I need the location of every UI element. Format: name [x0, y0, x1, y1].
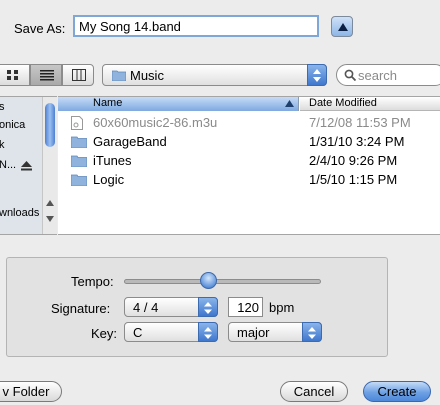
new-folder-button[interactable]: v Folder	[0, 381, 62, 402]
file-date: 1/5/10 1:15 PM	[309, 172, 398, 187]
mode-popup[interactable]: major	[228, 322, 322, 342]
triangle-up-icon	[338, 23, 348, 31]
popup-arrows-icon	[198, 322, 218, 342]
sidebar-scroll-thumb[interactable]	[45, 103, 55, 147]
file-name: GarageBand	[93, 134, 167, 149]
location-label: Music	[130, 68, 164, 83]
key-value: C	[133, 325, 143, 340]
icon-view-button[interactable]	[0, 64, 30, 86]
file-date: 7/12/08 11:53 PM	[309, 115, 411, 130]
list-view-icon	[40, 70, 54, 81]
sidebar-item[interactable]: N...	[0, 159, 16, 171]
list-header: Name Date Modified	[58, 97, 440, 111]
filename-field[interactable]	[73, 15, 319, 37]
sidebar-item[interactable]: wnloads	[0, 207, 39, 219]
expand-dialog-button[interactable]	[331, 16, 353, 37]
popup-arrows-icon	[302, 322, 322, 342]
sidebar-item[interactable]: k	[0, 139, 5, 151]
search-icon	[344, 69, 356, 81]
table-row[interactable]: GarageBand 1/31/10 3:24 PM	[58, 132, 440, 151]
sidebar-item[interactable]: onica	[0, 119, 25, 131]
file-name: 60x60music2-86.m3u	[93, 115, 218, 130]
bpm-unit-label: bpm	[269, 300, 295, 315]
table-row[interactable]: iTunes 2/4/10 9:26 PM	[58, 151, 440, 170]
file-date: 2/4/10 9:26 PM	[309, 153, 398, 168]
sidebar: s onica k N... wnloads	[0, 96, 57, 235]
key-label: Key:	[91, 326, 118, 341]
folder-icon	[71, 155, 87, 167]
column-view-button[interactable]	[62, 64, 94, 86]
folder-icon	[112, 70, 126, 81]
mode-value: major	[237, 325, 270, 340]
signature-label: Signature:	[51, 301, 111, 316]
create-button[interactable]: Create	[363, 381, 431, 402]
popup-arrows-icon	[307, 64, 327, 86]
tempo-label: Tempo:	[71, 274, 114, 289]
column-name-label: Name	[93, 97, 123, 109]
signature-value: 4 / 4	[133, 300, 159, 315]
table-row: 60x60music2-86.m3u 7/12/08 11:53 PM	[58, 113, 440, 132]
search-placeholder: search	[358, 68, 398, 83]
search-field[interactable]: search	[336, 64, 440, 86]
sidebar-scrollbar[interactable]	[42, 97, 57, 234]
tempo-slider-track[interactable]	[124, 279, 321, 284]
column-header-date[interactable]: Date Modified	[300, 97, 440, 111]
column-header-name[interactable]: Name	[58, 97, 299, 111]
save-as-label: Save As:	[14, 21, 66, 36]
cancel-button[interactable]: Cancel	[280, 381, 348, 402]
bpm-field[interactable]: 120	[228, 297, 263, 317]
file-date: 1/31/10 3:24 PM	[309, 134, 405, 149]
signature-popup[interactable]: 4 / 4	[124, 297, 218, 317]
tempo-slider-knob[interactable]	[199, 272, 217, 289]
sidebar-heading: s	[0, 101, 5, 113]
file-browser[interactable]: Name Date Modified 60x60music2-86.m3u 7/…	[58, 96, 440, 235]
popup-arrows-icon	[198, 297, 218, 317]
table-row[interactable]: Logic 1/5/10 1:15 PM	[58, 170, 440, 189]
sort-ascending-icon	[285, 100, 294, 107]
scroll-up-icon[interactable]	[46, 200, 54, 206]
eject-icon[interactable]	[21, 161, 32, 171]
document-icon	[71, 116, 83, 130]
scroll-down-icon[interactable]	[46, 216, 54, 222]
folder-icon	[71, 174, 87, 186]
column-date-label: Date Modified	[309, 97, 377, 109]
file-name: Logic	[93, 172, 125, 187]
file-name: iTunes	[93, 153, 132, 168]
column-view-icon	[72, 69, 86, 81]
list-view-button[interactable]	[30, 64, 62, 86]
folder-icon	[71, 136, 87, 148]
key-popup[interactable]: C	[124, 322, 218, 342]
location-popup[interactable]: Music	[102, 64, 327, 86]
icon-view-icon	[7, 70, 18, 80]
